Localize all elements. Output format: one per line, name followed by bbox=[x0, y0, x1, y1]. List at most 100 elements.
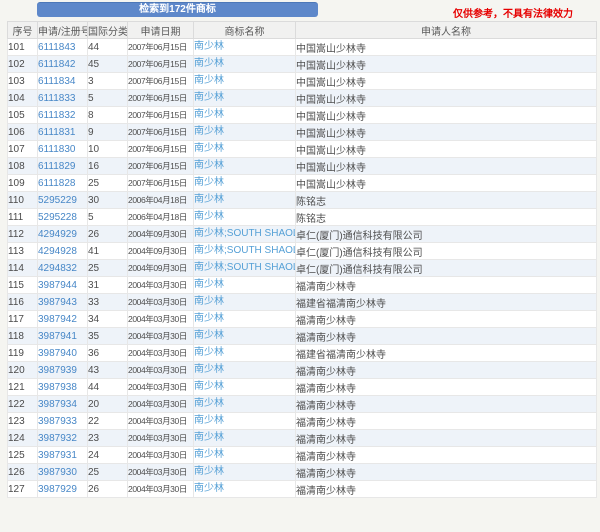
trademark-name-link[interactable]: 南少林 bbox=[193, 191, 296, 209]
serial-number: 119 bbox=[7, 344, 38, 362]
registration-number-link[interactable]: 3987939 bbox=[37, 361, 88, 379]
registration-number-link[interactable]: 6111828 bbox=[37, 174, 88, 192]
applicant-name: 福清南少林寺 bbox=[295, 361, 597, 379]
serial-number: 121 bbox=[7, 378, 38, 396]
registration-number-link[interactable]: 6111833 bbox=[37, 89, 88, 107]
trademark-name-link[interactable]: 南少林 bbox=[193, 157, 296, 175]
application-date: 2004年03月30日 bbox=[127, 344, 194, 362]
application-date: 2006年04月18日 bbox=[127, 191, 194, 209]
intl-class-value: 34 bbox=[87, 310, 128, 328]
registration-number-link[interactable]: 6111842 bbox=[37, 55, 88, 73]
registration-number-link[interactable]: 4294929 bbox=[37, 225, 88, 243]
application-date: 2007年06月15日 bbox=[127, 157, 194, 175]
table-row: 120 3987939 43 2004年03月30日 南少林 福清南少林寺 bbox=[7, 361, 597, 379]
application-date: 2004年03月30日 bbox=[127, 446, 194, 464]
application-date: 2007年06月15日 bbox=[127, 123, 194, 141]
trademark-name-link[interactable]: 南少林 bbox=[193, 310, 296, 328]
registration-number-link[interactable]: 5295229 bbox=[37, 191, 88, 209]
registration-number-link[interactable]: 3987942 bbox=[37, 310, 88, 328]
intl-class-value: 23 bbox=[87, 429, 128, 447]
trademark-name-link[interactable]: 南少林 bbox=[193, 395, 296, 413]
results-count-banner: 检索到172件商标 bbox=[37, 2, 318, 17]
trademark-name-link[interactable]: 南少林 bbox=[193, 89, 296, 107]
applicant-name: 中国嵩山少林寺 bbox=[295, 174, 597, 192]
trademark-name-link[interactable]: 南少林 bbox=[193, 276, 296, 294]
applicant-name: 福清南少林寺 bbox=[295, 378, 597, 396]
registration-number-link[interactable]: 3987934 bbox=[37, 395, 88, 413]
trademark-name-link[interactable]: 南少林;SOUTH SHAOLIN TEMPLE bbox=[193, 225, 296, 243]
registration-number-link[interactable]: 3987940 bbox=[37, 344, 88, 362]
trademark-name-link[interactable]: 南少林 bbox=[193, 106, 296, 124]
trademark-name-link[interactable]: 南少林 bbox=[193, 72, 296, 90]
applicant-name: 福清南少林寺 bbox=[295, 480, 597, 498]
trademark-name-link[interactable]: 南少林;SOUTH SHAOLIN TEMPLE bbox=[193, 259, 296, 277]
application-date: 2004年03月30日 bbox=[127, 327, 194, 345]
applicant-name: 陈铭志 bbox=[295, 208, 597, 226]
table-row: 107 6111830 10 2007年06月15日 南少林 中国嵩山少林寺 bbox=[7, 140, 597, 158]
trademark-name-link[interactable]: 南少林 bbox=[193, 208, 296, 226]
registration-number-link[interactable]: 3987941 bbox=[37, 327, 88, 345]
serial-number: 103 bbox=[7, 72, 38, 90]
application-date: 2004年09月30日 bbox=[127, 242, 194, 260]
trademark-name-link[interactable]: 南少林;SOUTH SHAOLIN TEMPLE bbox=[193, 242, 296, 260]
registration-number-link[interactable]: 6111832 bbox=[37, 106, 88, 124]
intl-class-value: 26 bbox=[87, 225, 128, 243]
registration-number-link[interactable]: 3987930 bbox=[37, 463, 88, 481]
trademark-name-link[interactable]: 南少林 bbox=[193, 140, 296, 158]
applicant-name: 中国嵩山少林寺 bbox=[295, 72, 597, 90]
trademark-results-table: 序号 申请/注册号 国际分类 申请日期 商标名称 申请人名称 101 61118… bbox=[7, 21, 597, 498]
registration-number-link[interactable]: 6111834 bbox=[37, 72, 88, 90]
applicant-name: 福清南少林寺 bbox=[295, 395, 597, 413]
registration-number-link[interactable]: 5295228 bbox=[37, 208, 88, 226]
application-date: 2004年03月30日 bbox=[127, 378, 194, 396]
trademark-name-link[interactable]: 南少林 bbox=[193, 55, 296, 73]
legal-disclaimer-note: 仅供参考，不具有法律效力 bbox=[453, 9, 573, 20]
intl-class-value: 36 bbox=[87, 344, 128, 362]
table-row: 126 3987930 25 2004年03月30日 南少林 福清南少林寺 bbox=[7, 463, 597, 481]
intl-class-value: 24 bbox=[87, 446, 128, 464]
registration-number-link[interactable]: 3987931 bbox=[37, 446, 88, 464]
trademark-name-link[interactable]: 南少林 bbox=[193, 327, 296, 345]
registration-number-link[interactable]: 4294832 bbox=[37, 259, 88, 277]
registration-number-link[interactable]: 6111843 bbox=[37, 38, 88, 56]
serial-number: 117 bbox=[7, 310, 38, 328]
trademark-name-link[interactable]: 南少林 bbox=[193, 412, 296, 430]
registration-number-link[interactable]: 6111830 bbox=[37, 140, 88, 158]
trademark-name-link[interactable]: 南少林 bbox=[193, 480, 296, 498]
trademark-name-link[interactable]: 南少林 bbox=[193, 446, 296, 464]
trademark-name-link[interactable]: 南少林 bbox=[193, 344, 296, 362]
table-row: 105 6111832 8 2007年06月15日 南少林 中国嵩山少林寺 bbox=[7, 106, 597, 124]
table-row: 110 5295229 30 2006年04月18日 南少林 陈铭志 bbox=[7, 191, 597, 209]
trademark-name-link[interactable]: 南少林 bbox=[193, 38, 296, 56]
column-header-serial: 序号 bbox=[7, 21, 38, 39]
table-row: 125 3987931 24 2004年03月30日 南少林 福清南少林寺 bbox=[7, 446, 597, 464]
registration-number-link[interactable]: 3987944 bbox=[37, 276, 88, 294]
applicant-name: 卓仁(厦门)通信科技有限公司 bbox=[295, 225, 597, 243]
serial-number: 109 bbox=[7, 174, 38, 192]
trademark-name-link[interactable]: 南少林 bbox=[193, 429, 296, 447]
trademark-name-link[interactable]: 南少林 bbox=[193, 123, 296, 141]
serial-number: 112 bbox=[7, 225, 38, 243]
trademark-name-link[interactable]: 南少林 bbox=[193, 293, 296, 311]
applicant-name: 福清南少林寺 bbox=[295, 412, 597, 430]
application-date: 2007年06月15日 bbox=[127, 174, 194, 192]
trademark-name-link[interactable]: 南少林 bbox=[193, 361, 296, 379]
table-row: 104 6111833 5 2007年06月15日 南少林 中国嵩山少林寺 bbox=[7, 89, 597, 107]
applicant-name: 福建省福清南少林寺 bbox=[295, 293, 597, 311]
intl-class-value: 8 bbox=[87, 106, 128, 124]
registration-number-link[interactable]: 3987932 bbox=[37, 429, 88, 447]
registration-number-link[interactable]: 3987943 bbox=[37, 293, 88, 311]
trademark-name-link[interactable]: 南少林 bbox=[193, 463, 296, 481]
serial-number: 111 bbox=[7, 208, 38, 226]
intl-class-value: 5 bbox=[87, 208, 128, 226]
registration-number-link[interactable]: 3987933 bbox=[37, 412, 88, 430]
registration-number-link[interactable]: 3987929 bbox=[37, 480, 88, 498]
registration-number-link[interactable]: 4294928 bbox=[37, 242, 88, 260]
application-date: 2004年03月30日 bbox=[127, 412, 194, 430]
registration-number-link[interactable]: 6111831 bbox=[37, 123, 88, 141]
registration-number-link[interactable]: 6111829 bbox=[37, 157, 88, 175]
registration-number-link[interactable]: 3987938 bbox=[37, 378, 88, 396]
column-header-reg-number: 申请/注册号 bbox=[37, 21, 88, 39]
trademark-name-link[interactable]: 南少林 bbox=[193, 174, 296, 192]
trademark-name-link[interactable]: 南少林 bbox=[193, 378, 296, 396]
